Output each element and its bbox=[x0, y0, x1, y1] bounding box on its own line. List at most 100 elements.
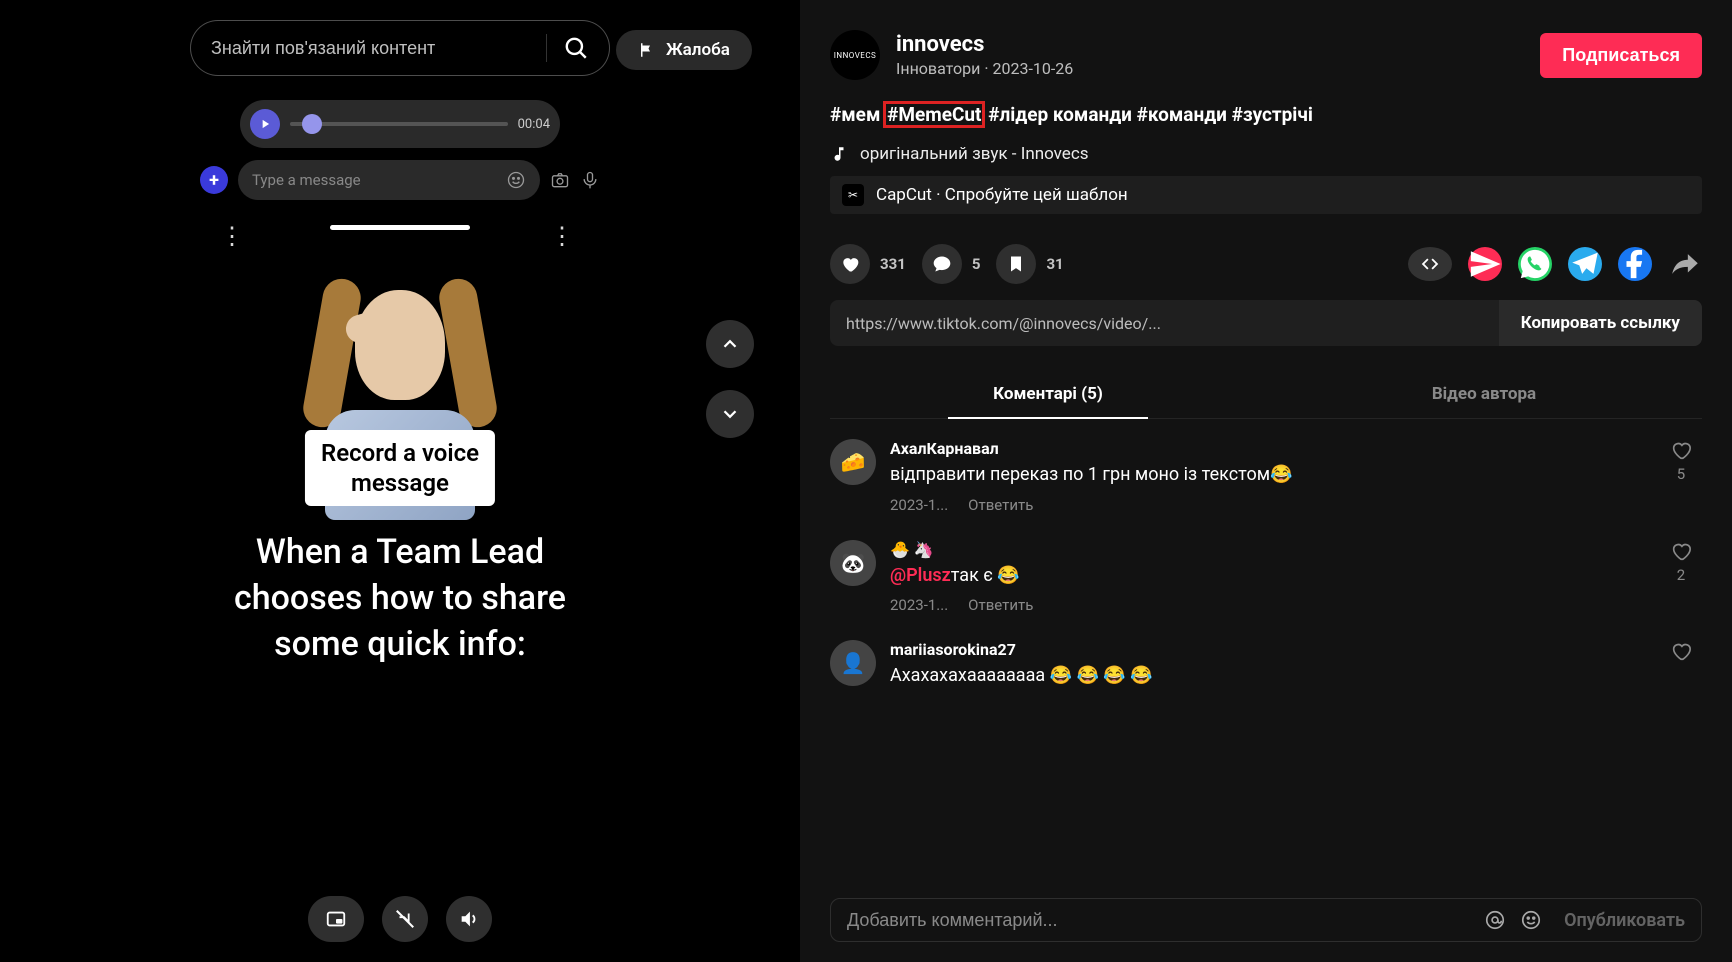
report-button[interactable]: Жалоба bbox=[616, 30, 752, 70]
telegram-icon bbox=[1568, 247, 1602, 281]
search-bar bbox=[190, 20, 610, 76]
divider bbox=[546, 34, 547, 62]
comment-like-button[interactable] bbox=[1670, 640, 1692, 688]
miniplayer-icon bbox=[325, 908, 347, 930]
bookmark-icon bbox=[1006, 254, 1026, 274]
emoji-icon[interactable] bbox=[1520, 909, 1542, 931]
share-url-row: https://www.tiktok.com/@innovecs/video/.… bbox=[830, 300, 1702, 346]
prev-video-button[interactable] bbox=[706, 320, 754, 368]
heart-icon bbox=[840, 254, 860, 274]
flag-icon bbox=[638, 41, 656, 59]
music-link[interactable]: оригінальний звук - Innovecs bbox=[830, 144, 1702, 164]
comment-avatar[interactable]: 🐼 bbox=[830, 540, 876, 586]
embed-button[interactable] bbox=[1408, 247, 1452, 281]
chevron-down-icon bbox=[719, 403, 741, 425]
share-more-button[interactable] bbox=[1668, 247, 1702, 281]
reply-button[interactable]: Ответить bbox=[968, 596, 1033, 614]
audio-time: 00:04 bbox=[518, 117, 550, 132]
music-label: оригінальний звук - Innovecs bbox=[860, 144, 1089, 164]
heart-outline-icon bbox=[1670, 640, 1692, 662]
send-icon bbox=[1468, 247, 1502, 281]
forward-icon bbox=[1668, 247, 1702, 281]
comment-list[interactable]: 🧀АхалКарнавалвідправити переказ по 1 грн… bbox=[830, 419, 1702, 884]
capcut-icon: ✂ bbox=[842, 184, 864, 206]
publish-button[interactable]: Опубликовать bbox=[1564, 910, 1685, 931]
next-video-button[interactable] bbox=[706, 390, 754, 438]
comment-input-row: Опубликовать bbox=[830, 898, 1702, 942]
search-input[interactable] bbox=[211, 38, 530, 59]
share-url-text[interactable]: https://www.tiktok.com/@innovecs/video/.… bbox=[830, 314, 1499, 333]
heart-outline-icon bbox=[1670, 540, 1692, 562]
comment-date: 2023-1... bbox=[890, 496, 948, 514]
volume-button[interactable] bbox=[446, 896, 492, 942]
hashtag[interactable]: #команди bbox=[1137, 103, 1227, 126]
comment-item: 🧀АхалКарнавалвідправити переказ по 1 грн… bbox=[830, 439, 1702, 513]
player-controls bbox=[308, 896, 492, 942]
comment-text: Ахахахахаааааааа 😂 😂 😂 😂 bbox=[890, 663, 1646, 688]
mock-message-bar: + Type a message bbox=[200, 160, 600, 200]
embed-icon bbox=[1419, 253, 1441, 275]
comment-author[interactable]: АхалКарнавал bbox=[890, 439, 1646, 458]
comment-button[interactable] bbox=[922, 244, 962, 284]
audio-scrubber[interactable] bbox=[290, 122, 508, 126]
like-count: 331 bbox=[880, 255, 906, 273]
whatsapp-icon bbox=[1518, 247, 1552, 281]
share-send-button[interactable] bbox=[1468, 247, 1502, 281]
reply-button[interactable]: Ответить bbox=[968, 496, 1033, 514]
comment-item: 🐼🐣 🦄@Pluszтак є 😂2023-1...Ответить2 bbox=[830, 540, 1702, 614]
mic-icon bbox=[580, 170, 600, 190]
comment-like-button[interactable]: 2 bbox=[1670, 540, 1692, 614]
like-button[interactable] bbox=[830, 244, 870, 284]
copy-link-button[interactable]: Копировать ссылку bbox=[1499, 300, 1702, 346]
avatar[interactable]: INNOVECS bbox=[830, 30, 880, 80]
comment-author[interactable]: mariiasorokina27 bbox=[890, 640, 1646, 659]
author-row: INNOVECS innovecs Інноватори · 2023-10-2… bbox=[830, 30, 1702, 80]
smile-icon bbox=[506, 170, 526, 190]
comment-like-count: 5 bbox=[1677, 465, 1685, 483]
captions-button[interactable] bbox=[382, 896, 428, 942]
comment-like-count: 2 bbox=[1677, 566, 1685, 584]
plus-icon: + bbox=[200, 166, 228, 194]
play-icon[interactable] bbox=[250, 109, 280, 139]
audio-player: 00:04 bbox=[240, 100, 560, 148]
info-panel: INNOVECS innovecs Інноватори · 2023-10-2… bbox=[800, 0, 1732, 962]
decorative-bar bbox=[330, 225, 470, 230]
hashtag[interactable]: #лідер команди bbox=[988, 103, 1132, 126]
miniplayer-button[interactable] bbox=[308, 896, 364, 942]
comment-avatar[interactable]: 🧀 bbox=[830, 439, 876, 485]
heart-outline-icon bbox=[1670, 439, 1692, 461]
save-button[interactable] bbox=[996, 244, 1036, 284]
comment-item: 👤 mariiasorokina27 Ахахахахаааааааа 😂 😂 😂 … bbox=[830, 640, 1702, 688]
comment-author[interactable]: 🐣 🦄 bbox=[890, 540, 1646, 559]
music-note-icon bbox=[830, 145, 848, 163]
share-facebook-button[interactable] bbox=[1618, 247, 1652, 281]
audio-thumb[interactable] bbox=[302, 114, 322, 134]
comment-meta: 2023-1... Ответить bbox=[890, 496, 1646, 514]
mock-message-input: Type a message bbox=[238, 160, 540, 200]
tabs: Коментарі (5) Відео автора bbox=[830, 370, 1702, 419]
comment-like-button[interactable]: 5 bbox=[1670, 439, 1692, 513]
tab-comments[interactable]: Коментарі (5) bbox=[830, 370, 1266, 418]
subscribe-button[interactable]: Подписаться bbox=[1540, 33, 1702, 78]
username[interactable]: innovecs bbox=[896, 32, 1524, 57]
share-whatsapp-button[interactable] bbox=[1518, 247, 1552, 281]
video-player[interactable]: 00:04 + Type a message ⋮⋮ Record a voice… bbox=[180, 0, 620, 962]
hashtag-list: #мем #MemeCut #лідер команди #команди #з… bbox=[830, 100, 1702, 130]
author-subtitle: Інноватори · 2023-10-26 bbox=[896, 59, 1524, 78]
tab-author-videos[interactable]: Відео автора bbox=[1266, 370, 1702, 418]
hashtag[interactable]: #MemeCut bbox=[885, 103, 983, 126]
search-icon[interactable] bbox=[563, 35, 589, 61]
comment-input[interactable] bbox=[847, 910, 1470, 931]
comment-avatar[interactable]: 👤 bbox=[830, 640, 876, 686]
mention-icon[interactable] bbox=[1484, 909, 1506, 931]
chevron-up-icon bbox=[719, 333, 741, 355]
mention[interactable]: @Plusz bbox=[890, 565, 951, 586]
report-label: Жалоба bbox=[666, 40, 730, 60]
comment-date: 2023-1... bbox=[890, 596, 948, 614]
capcut-link[interactable]: ✂ CapCut · Спробуйте цей шаблон bbox=[830, 176, 1702, 214]
hashtag[interactable]: #мем bbox=[830, 103, 880, 126]
share-telegram-button[interactable] bbox=[1568, 247, 1602, 281]
video-caption-box: Record a voicemessage bbox=[305, 430, 495, 506]
video-main-caption: When a Team Lead chooses how to share so… bbox=[180, 530, 620, 668]
hashtag[interactable]: #зустрічі bbox=[1232, 103, 1313, 126]
